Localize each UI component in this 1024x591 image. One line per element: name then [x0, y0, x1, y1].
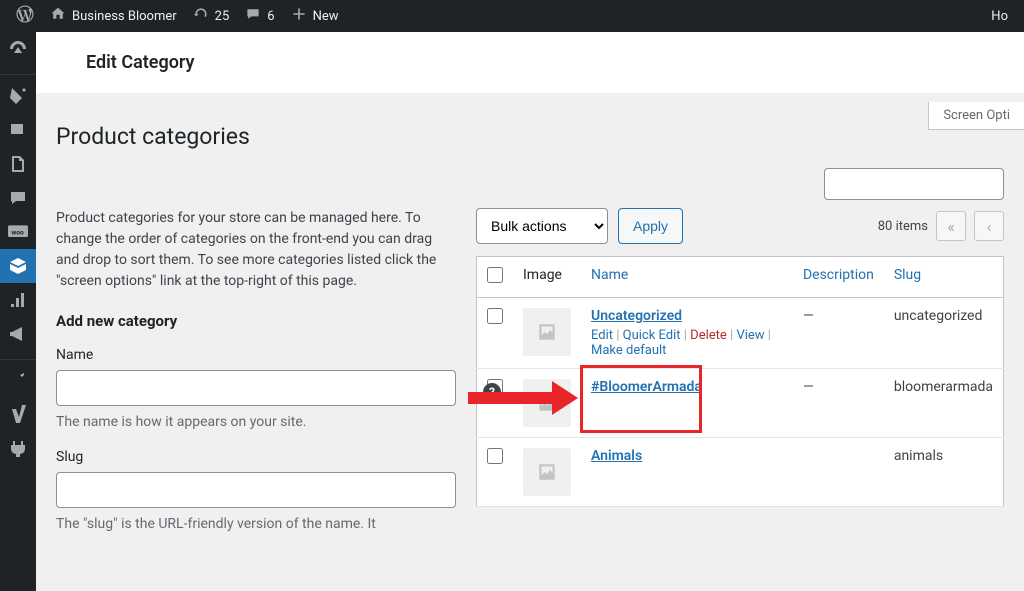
- update-icon: [193, 6, 209, 26]
- wordpress-icon: [16, 5, 34, 27]
- categories-table: Image Name Description Slug Uncategorize…: [476, 256, 1004, 507]
- select-all-checkbox[interactable]: [487, 267, 503, 283]
- row-title-link[interactable]: Animals: [591, 448, 642, 464]
- menu-analytics[interactable]: [0, 283, 36, 317]
- slug-desc: The "slug" is the URL-friendly version o…: [56, 514, 456, 535]
- menu-products[interactable]: [0, 249, 36, 283]
- slug-label: Slug: [56, 447, 456, 468]
- right-panel: Bulk actions Apply 80 items « ‹ Image: [476, 208, 1004, 549]
- col-slug[interactable]: Slug: [894, 267, 921, 283]
- wp-logo-menu[interactable]: [8, 0, 42, 32]
- row-slug: bloomerarmada: [884, 369, 1004, 438]
- howdy-text: Ho: [991, 9, 1008, 24]
- make-default-link[interactable]: Make default: [591, 343, 666, 358]
- menu-woocommerce[interactable]: woo: [0, 215, 36, 249]
- row-title-link[interactable]: #BloomerArmada: [591, 379, 702, 395]
- row-description: —: [793, 369, 884, 438]
- row-checkbox[interactable]: [487, 308, 503, 324]
- apply-button[interactable]: Apply: [618, 208, 683, 244]
- admin-bar: Business Bloomer 25 6 New Ho: [0, 0, 1024, 32]
- row-checkbox[interactable]: [487, 448, 503, 464]
- table-row: Uncategorized Edit | Quick Edit | Delete …: [477, 298, 1004, 369]
- search-input[interactable]: [824, 168, 1004, 200]
- menu-pages[interactable]: [0, 147, 36, 181]
- row-slug: animals: [884, 438, 1004, 507]
- items-count: 80 items: [878, 219, 928, 234]
- name-input[interactable]: [56, 370, 456, 406]
- prev-page-button[interactable]: ‹: [974, 211, 1004, 241]
- col-image: Image: [513, 257, 581, 298]
- table-row: Animals animals: [477, 438, 1004, 507]
- placeholder-thumbnail-icon: [523, 448, 571, 496]
- col-name[interactable]: Name: [591, 267, 628, 283]
- menu-media[interactable]: [0, 113, 36, 147]
- new-label: New: [313, 9, 339, 24]
- screen-options-tab[interactable]: Screen Opti: [928, 102, 1024, 130]
- plus-icon: [291, 6, 307, 26]
- placeholder-thumbnail-icon: [523, 379, 571, 427]
- left-panel: Product categories for your store can be…: [56, 208, 456, 549]
- menu-dashboard[interactable]: [0, 32, 36, 66]
- content-body: Edit Category Screen Opti Product catego…: [36, 32, 1024, 591]
- row-description: [793, 438, 884, 507]
- slug-input[interactable]: [56, 472, 456, 508]
- add-new-heading: Add new category: [56, 310, 456, 333]
- help-badge-icon[interactable]: ?: [483, 383, 501, 401]
- comments-link[interactable]: 6: [237, 0, 282, 32]
- edit-link[interactable]: Edit: [591, 328, 613, 343]
- screen-options-label: Screen Opti: [943, 108, 1010, 123]
- row-description: —: [793, 298, 884, 369]
- site-name: Business Bloomer: [72, 9, 177, 24]
- delete-link[interactable]: Delete: [690, 328, 727, 343]
- table-row: ? #BloomerArmada —bloomerarmada: [477, 369, 1004, 438]
- menu-plugins[interactable]: [0, 432, 36, 466]
- menu-appearance[interactable]: [0, 364, 36, 398]
- menu-posts[interactable]: [0, 79, 36, 113]
- comment-icon: [245, 6, 261, 26]
- view-link[interactable]: View: [736, 328, 764, 343]
- name-label: Name: [56, 345, 456, 366]
- intro-text: Product categories for your store can be…: [56, 208, 456, 292]
- updates-count: 25: [215, 9, 230, 24]
- page-title: Product categories: [56, 123, 1004, 150]
- col-description[interactable]: Description: [803, 267, 874, 283]
- updates-link[interactable]: 25: [185, 0, 238, 32]
- howdy-link[interactable]: Ho: [983, 0, 1016, 32]
- menu-marketing[interactable]: [0, 317, 36, 351]
- first-page-button[interactable]: «: [936, 211, 966, 241]
- row-actions: Edit | Quick Edit | Delete | View | Make…: [591, 328, 783, 358]
- home-icon: [50, 6, 66, 26]
- comments-count: 6: [267, 9, 274, 24]
- menu-comments[interactable]: [0, 181, 36, 215]
- name-desc: The name is how it appears on your site.: [56, 412, 456, 433]
- bulk-actions-select[interactable]: Bulk actions: [476, 208, 608, 244]
- admin-sidebar: woo: [0, 32, 36, 591]
- placeholder-thumbnail-icon: [523, 308, 571, 356]
- svg-text:woo: woo: [11, 229, 24, 237]
- new-content-link[interactable]: New: [283, 0, 347, 32]
- menu-yoast[interactable]: [0, 398, 36, 432]
- site-home-link[interactable]: Business Bloomer: [42, 0, 185, 32]
- row-slug: uncategorized: [884, 298, 1004, 369]
- edit-category-heading: Edit Category: [36, 32, 1024, 93]
- quick-edit-link[interactable]: Quick Edit: [623, 328, 681, 343]
- row-title-link[interactable]: Uncategorized: [591, 308, 682, 324]
